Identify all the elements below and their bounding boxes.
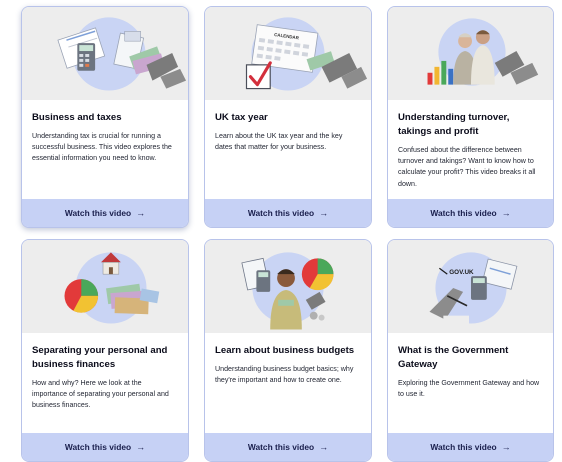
business-owners-chart-illustration (388, 7, 553, 100)
arrow-right-icon: → (136, 442, 146, 452)
watch-video-label: Watch this video (247, 208, 315, 218)
video-card-government-gateway[interactable]: GOV.UK What is the Government Gateway Ex… (387, 239, 554, 462)
card-description: Understanding business budget basics; wh… (215, 365, 354, 385)
video-card-business-budgets[interactable]: Learn about business budgets Understandi… (204, 239, 372, 462)
watch-video-button[interactable]: Watch this video → (388, 199, 553, 227)
card-description: Exploring the Government Gateway and how… (398, 379, 540, 399)
watch-video-button[interactable]: Watch this video → (205, 433, 371, 461)
card-title: Business and taxes (32, 112, 122, 123)
person-budget-illustration (205, 240, 371, 333)
watch-video-button[interactable]: Watch this video → (205, 199, 371, 227)
video-card-turnover-takings-profit[interactable]: Understanding turnover, takings and prof… (387, 6, 554, 228)
arrow-right-icon: → (501, 208, 511, 218)
video-card-business-and-taxes[interactable]: Business and taxes Understanding tax is … (21, 6, 189, 228)
arrow-right-icon: → (319, 442, 329, 452)
calculator-money-illustration (22, 7, 188, 100)
card-description: Confused about the difference between tu… (398, 146, 536, 188)
card-description: Learn about the UK tax year and the key … (215, 132, 343, 152)
video-card-grid: Business and taxes Understanding tax is … (21, 6, 554, 462)
arrow-right-icon: → (319, 208, 329, 218)
house-pie-chart-illustration (22, 240, 188, 333)
arrow-right-icon: → (501, 442, 511, 452)
video-card-separating-finances[interactable]: Separating your personal and business fi… (21, 239, 189, 462)
card-description: How and why? Here we look at the importa… (32, 379, 169, 410)
card-title: What is the Government Gateway (398, 345, 509, 370)
card-title: Understanding turnover, takings and prof… (398, 112, 510, 137)
watch-video-button[interactable]: Watch this video → (388, 433, 553, 461)
watch-video-button[interactable]: Watch this video → (22, 433, 188, 461)
gov-uk-logo-text: GOV.UK (449, 269, 474, 276)
gov-uk-gateway-illustration: GOV.UK (388, 240, 553, 333)
card-title: Learn about business budgets (215, 345, 355, 356)
watch-video-label: Watch this video (64, 208, 132, 218)
watch-video-label: Watch this video (430, 442, 497, 452)
card-title: UK tax year (215, 112, 268, 123)
watch-video-label: Watch this video (247, 442, 315, 452)
watch-video-button[interactable]: Watch this video → (22, 199, 188, 227)
watch-video-label: Watch this video (430, 208, 497, 218)
calendar-checkbox-illustration: CALENDAR (205, 7, 371, 100)
card-title: Separating your personal and business fi… (32, 345, 168, 370)
watch-video-label: Watch this video (64, 442, 132, 452)
card-description: Understanding tax is crucial for running… (32, 132, 172, 163)
arrow-right-icon: → (136, 208, 146, 218)
video-card-uk-tax-year[interactable]: CALENDAR UK tax year Learn about the UK … (204, 6, 372, 228)
